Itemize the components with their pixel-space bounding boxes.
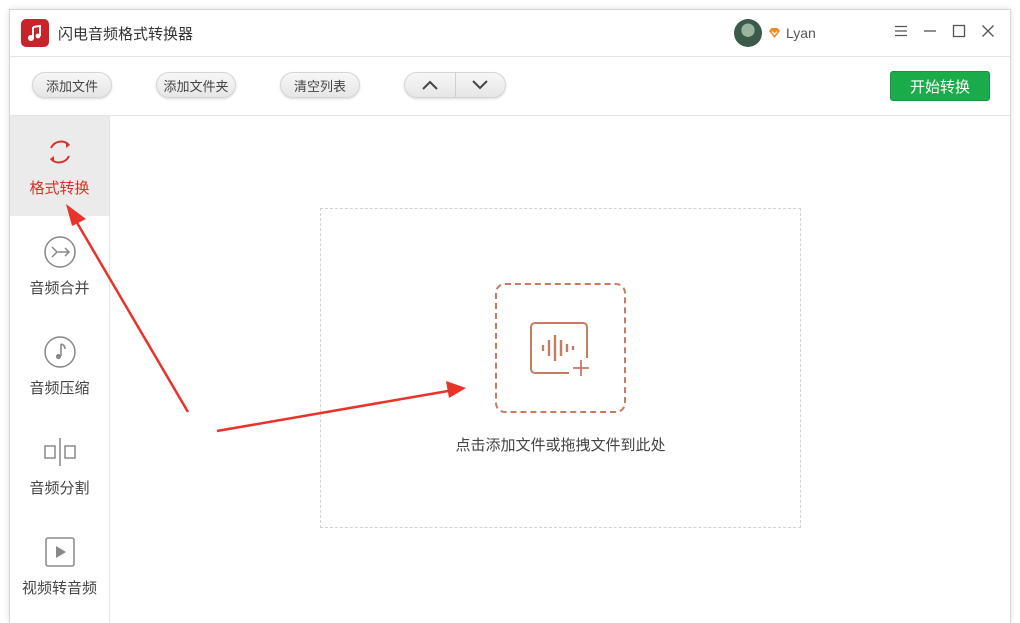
sidebar-item-label: 格式转换 [29, 178, 90, 197]
move-up-button[interactable] [405, 73, 455, 97]
sidebar-item-video-to-audio[interactable]: 视频转音频 [10, 516, 109, 616]
username: Lyan [786, 25, 816, 41]
merge-icon [43, 235, 77, 269]
sidebar-item-audio-compress[interactable]: 音频压缩 [10, 316, 109, 416]
sidebar-item-label: 音频合并 [29, 278, 90, 297]
title-bar: 闪电音频格式转换器 Lyan [10, 10, 1010, 56]
app-title: 闪电音频格式转换器 [58, 25, 194, 43]
sidebar-item-label: 音频分割 [29, 478, 90, 497]
clear-list-button[interactable]: 清空列表 [280, 72, 360, 98]
music-note-icon [43, 335, 77, 369]
chevron-up-icon [422, 80, 438, 90]
add-folder-button[interactable]: 添加文件夹 [156, 72, 236, 98]
toolbar: 添加文件 添加文件夹 清空列表 开始转换 [10, 56, 1010, 116]
start-convert-button[interactable]: 开始转换 [890, 71, 990, 101]
add-file-button[interactable]: 添加文件 [32, 72, 112, 98]
add-audio-box[interactable] [495, 283, 626, 413]
sidebar-item-format-convert[interactable]: 格式转换 [10, 116, 109, 216]
drop-hint-text: 点击添加文件或拖拽文件到此处 [455, 436, 666, 454]
app-window: 闪电音频格式转换器 Lyan 添加文件 添加文件夹 清空列表 开始转换 格式转换… [9, 9, 1011, 623]
minimize-icon[interactable] [920, 21, 940, 41]
reorder-buttons [404, 72, 506, 98]
sidebar-item-label: 视频转音频 [21, 578, 97, 597]
video-play-icon [43, 535, 77, 569]
chevron-down-icon [472, 80, 488, 90]
maximize-icon[interactable] [949, 21, 969, 41]
sidebar-item-audio-split[interactable]: 音频分割 [10, 416, 109, 516]
sidebar: 格式转换 音频合并 音频压缩 音频分割 视频转音频 [10, 116, 110, 623]
vip-diamond-icon [767, 26, 781, 40]
audio-add-icon [529, 322, 589, 376]
refresh-convert-icon [43, 135, 77, 169]
close-icon[interactable] [978, 21, 998, 41]
app-logo-icon [21, 19, 49, 47]
menu-icon[interactable] [891, 21, 911, 41]
sidebar-item-audio-merge[interactable]: 音频合并 [10, 216, 109, 316]
move-down-button[interactable] [454, 73, 506, 97]
split-icon [43, 435, 77, 469]
sidebar-item-label: 音频压缩 [29, 378, 90, 397]
avatar[interactable] [734, 19, 762, 47]
user-profile[interactable]: Lyan [734, 18, 816, 48]
